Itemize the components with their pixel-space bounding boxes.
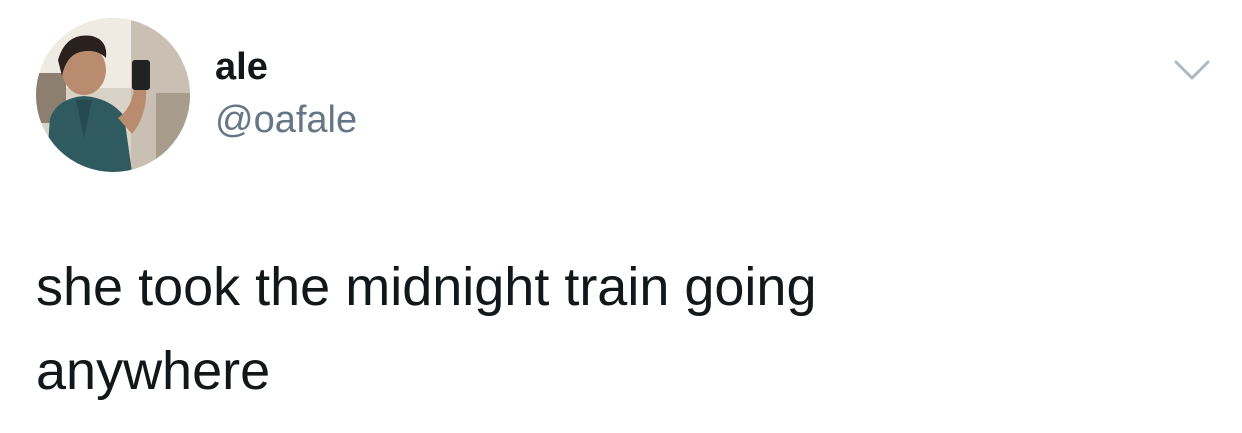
chevron-down-icon[interactable] bbox=[1172, 56, 1212, 84]
chevron-down-icon-graphic bbox=[1174, 60, 1210, 80]
tweet-card: ale @oafale she took the midnight train … bbox=[0, 0, 1242, 433]
avatar[interactable] bbox=[36, 18, 190, 172]
display-name[interactable]: ale bbox=[215, 45, 268, 89]
user-handle[interactable]: @oafale bbox=[215, 98, 357, 142]
tweet-text: she took the midnight train going anywhe… bbox=[36, 257, 817, 401]
avatar-image bbox=[36, 18, 190, 172]
